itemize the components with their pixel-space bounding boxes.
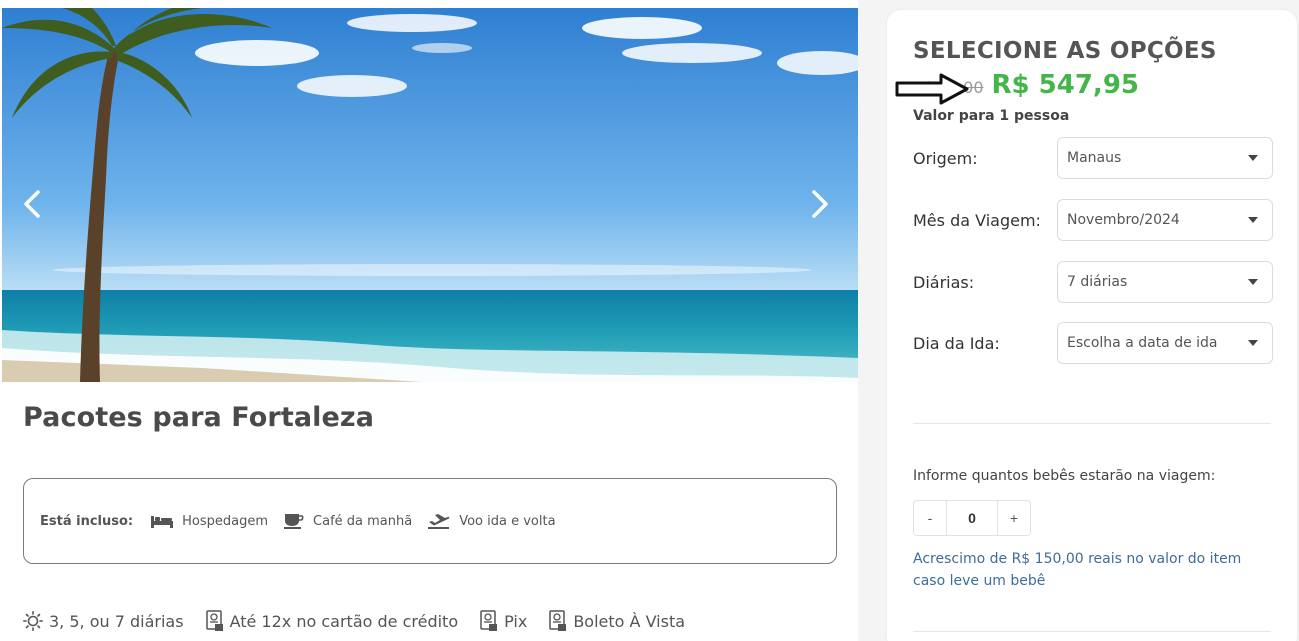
decrement-button[interactable]: - (913, 500, 947, 536)
chevron-left-icon[interactable] (18, 186, 48, 222)
babies-stepper: - 0 + (913, 500, 1031, 536)
included-box: Está incluso: Hospedagem Café da manhã V… (23, 478, 837, 564)
divider (913, 423, 1271, 424)
included-item-lodging: Hospedagem (151, 514, 268, 529)
hero-image (2, 8, 858, 382)
beach-photo (2, 8, 858, 382)
chevron-down-icon (1248, 340, 1258, 346)
feature-label: Pix (504, 611, 528, 631)
option-label: Origem: (913, 148, 978, 168)
departure-date-select[interactable]: Escolha a data de ida (1057, 322, 1273, 364)
booking-panel: SELECIONE AS OPÇÕES R$ 7?,00 R$ 547,95 V… (887, 10, 1297, 641)
babies-surcharge-note: Acrescimo de R$ 150,00 reais no valor do… (913, 551, 1242, 589)
included-item-label: Voo ida e volta (459, 513, 556, 529)
coffee-icon (284, 514, 304, 529)
feature-label: 3, 5, ou 7 diárias (49, 611, 184, 631)
price-note: Valor para 1 pessoa (913, 108, 1070, 124)
plane-takeoff-icon (428, 514, 450, 529)
card-doc-icon (205, 610, 223, 631)
option-origin: Origem: Manaus (913, 137, 1273, 179)
pix-doc-icon (480, 610, 498, 631)
increment-button[interactable]: + (997, 500, 1031, 536)
option-departure-day: Dia da Ida: Escolha a data de ida (913, 322, 1273, 364)
option-month: Mês da Viagem: Novembro/2024 (913, 199, 1273, 241)
feature-label: Até 12x no cartão de crédito (229, 611, 459, 631)
feature-label: Boleto À Vista (573, 611, 686, 631)
select-value: Escolha a data de ida (1067, 335, 1218, 351)
current-price: R$ 547,95 (991, 70, 1140, 100)
select-value: Manaus (1067, 150, 1122, 166)
package-title: Pacotes para Fortaleza (23, 402, 375, 433)
option-label: Mês da Viagem: (913, 210, 1041, 230)
divider (913, 631, 1271, 632)
included-item-flight: Voo ida e volta (428, 513, 556, 529)
origin-select[interactable]: Manaus (1057, 137, 1273, 179)
boleto-doc-icon (549, 610, 567, 631)
babies-label: Informe quantos bebês estarão na viagem: (913, 468, 1216, 484)
sun-icon (23, 611, 43, 631)
chevron-right-icon[interactable] (804, 186, 834, 222)
option-label: Diárias: (913, 272, 975, 292)
chevron-down-icon (1248, 279, 1258, 285)
select-value: Novembro/2024 (1067, 212, 1180, 228)
chevron-down-icon (1248, 217, 1258, 223)
babies-count[interactable]: 0 (947, 500, 997, 536)
included-item-label: Hospedagem (182, 513, 269, 529)
panel-title: SELECIONE AS OPÇÕES (913, 38, 1217, 64)
feature-nights: 3, 5, ou 7 diárias (23, 611, 184, 631)
nights-select[interactable]: 7 diárias (1057, 261, 1273, 303)
included-label: Está incluso: (40, 513, 134, 529)
features-row: 3, 5, ou 7 diárias Até 12x no cartão de … (23, 610, 707, 632)
feature-pix: Pix (480, 610, 527, 632)
package-main: Pacotes para Fortaleza Está incluso: Hos… (0, 0, 858, 641)
feature-credit-card: Até 12x no cartão de crédito (205, 610, 459, 632)
select-value: 7 diárias (1067, 274, 1128, 290)
chevron-down-icon (1248, 155, 1258, 161)
month-select[interactable]: Novembro/2024 (1057, 199, 1273, 241)
feature-boleto: Boleto À Vista (549, 610, 685, 632)
option-label: Dia da Ida: (913, 333, 1000, 353)
included-item-label: Café da manhã (313, 513, 413, 529)
included-item-breakfast: Café da manhã (284, 513, 412, 529)
option-nights: Diárias: 7 diárias (913, 261, 1273, 303)
arrow-right-icon (895, 73, 969, 105)
bed-icon (151, 516, 174, 528)
